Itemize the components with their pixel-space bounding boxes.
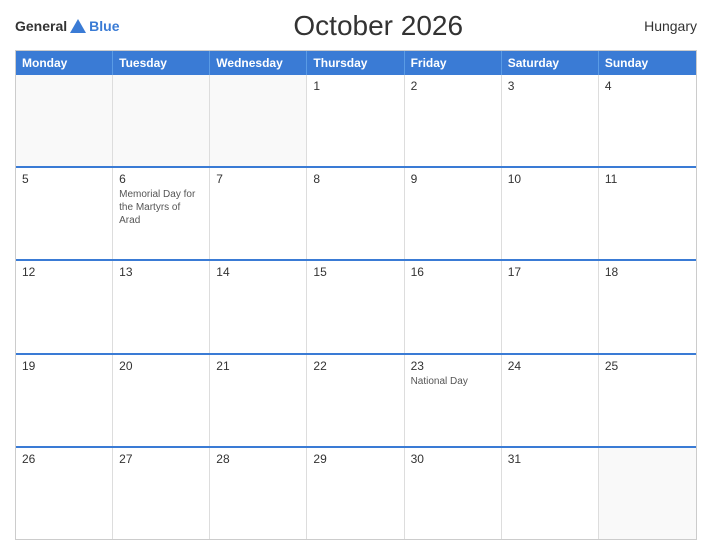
calendar-event: Memorial Day for the Martyrs of Arad <box>119 188 203 227</box>
calendar-cell: 12 <box>16 261 113 352</box>
day-number: 27 <box>119 452 203 466</box>
calendar-cell: 27 <box>113 448 210 539</box>
calendar-cell <box>16 75 113 166</box>
day-number: 31 <box>508 452 592 466</box>
calendar-cell: 29 <box>307 448 404 539</box>
calendar-cell: 17 <box>502 261 599 352</box>
calendar-title: October 2026 <box>119 10 637 42</box>
day-number: 28 <box>216 452 300 466</box>
day-number: 17 <box>508 265 592 279</box>
day-number: 18 <box>605 265 690 279</box>
day-number: 29 <box>313 452 397 466</box>
calendar-cell: 2 <box>405 75 502 166</box>
calendar-cell: 1 <box>307 75 404 166</box>
calendar-cell: 3 <box>502 75 599 166</box>
header-friday: Friday <box>405 51 502 75</box>
country-label: Hungary <box>637 18 697 34</box>
day-number: 30 <box>411 452 495 466</box>
day-number: 11 <box>605 172 690 186</box>
calendar-event: National Day <box>411 375 495 388</box>
calendar-cell: 11 <box>599 168 696 259</box>
day-number: 4 <box>605 79 690 93</box>
calendar-cell: 24 <box>502 355 599 446</box>
calendar-cell: 20 <box>113 355 210 446</box>
calendar-cell: 31 <box>502 448 599 539</box>
header-saturday: Saturday <box>502 51 599 75</box>
calendar-cell: 13 <box>113 261 210 352</box>
calendar-cell: 14 <box>210 261 307 352</box>
day-number: 24 <box>508 359 592 373</box>
day-number: 6 <box>119 172 203 186</box>
calendar-cell: 9 <box>405 168 502 259</box>
calendar-header: Monday Tuesday Wednesday Thursday Friday… <box>16 51 696 75</box>
day-number: 13 <box>119 265 203 279</box>
calendar-grid: Monday Tuesday Wednesday Thursday Friday… <box>15 50 697 540</box>
day-number: 23 <box>411 359 495 373</box>
logo-triangle-icon <box>70 19 86 33</box>
header-tuesday: Tuesday <box>113 51 210 75</box>
header-thursday: Thursday <box>307 51 404 75</box>
calendar-cell: 26 <box>16 448 113 539</box>
calendar-cell: 4 <box>599 75 696 166</box>
day-number: 8 <box>313 172 397 186</box>
day-number: 1 <box>313 79 397 93</box>
calendar-cell: 25 <box>599 355 696 446</box>
calendar-page: General Blue October 2026 Hungary Monday… <box>0 0 712 550</box>
logo-blue-text: Blue <box>89 18 119 34</box>
day-number: 12 <box>22 265 106 279</box>
calendar-cell: 10 <box>502 168 599 259</box>
calendar-cell: 8 <box>307 168 404 259</box>
day-number: 22 <box>313 359 397 373</box>
calendar-week-0: 1234 <box>16 75 696 166</box>
day-number: 5 <box>22 172 106 186</box>
calendar-cell: 28 <box>210 448 307 539</box>
calendar-cell <box>599 448 696 539</box>
day-number: 21 <box>216 359 300 373</box>
logo-general-text: General <box>15 18 67 34</box>
calendar-week-4: 26 27 28 29 30 31 <box>16 446 696 539</box>
calendar-cell <box>210 75 307 166</box>
day-number: 20 <box>119 359 203 373</box>
calendar-week-3: 19 20 21 22 23 National Day 24 25 <box>16 353 696 446</box>
day-number: 16 <box>411 265 495 279</box>
day-number: 10 <box>508 172 592 186</box>
day-number: 2 <box>411 79 495 93</box>
calendar-week-1: 56 Memorial Day for the Martyrs of Arad 78… <box>16 166 696 259</box>
calendar-cell: 16 <box>405 261 502 352</box>
calendar-cell: 18 <box>599 261 696 352</box>
calendar-week-2: 12 13 14 15 16 17 18 <box>16 259 696 352</box>
day-number: 9 <box>411 172 495 186</box>
logo: General Blue <box>15 18 119 34</box>
calendar-cell: 23 National Day <box>405 355 502 446</box>
day-number: 26 <box>22 452 106 466</box>
calendar-cell: 30 <box>405 448 502 539</box>
page-header: General Blue October 2026 Hungary <box>15 10 697 42</box>
calendar-cell: 6 Memorial Day for the Martyrs of Arad <box>113 168 210 259</box>
day-number: 19 <box>22 359 106 373</box>
day-number: 7 <box>216 172 300 186</box>
day-number: 14 <box>216 265 300 279</box>
calendar-cell: 19 <box>16 355 113 446</box>
day-number: 25 <box>605 359 690 373</box>
calendar-cell: 21 <box>210 355 307 446</box>
calendar-cell: 5 <box>16 168 113 259</box>
header-sunday: Sunday <box>599 51 696 75</box>
day-number: 3 <box>508 79 592 93</box>
calendar-cell: 7 <box>210 168 307 259</box>
calendar-body: 123456Memorial Day for the Martyrs of Ar… <box>16 75 696 539</box>
header-monday: Monday <box>16 51 113 75</box>
calendar-cell <box>113 75 210 166</box>
calendar-cell: 15 <box>307 261 404 352</box>
day-number: 15 <box>313 265 397 279</box>
header-wednesday: Wednesday <box>210 51 307 75</box>
calendar-cell: 22 <box>307 355 404 446</box>
